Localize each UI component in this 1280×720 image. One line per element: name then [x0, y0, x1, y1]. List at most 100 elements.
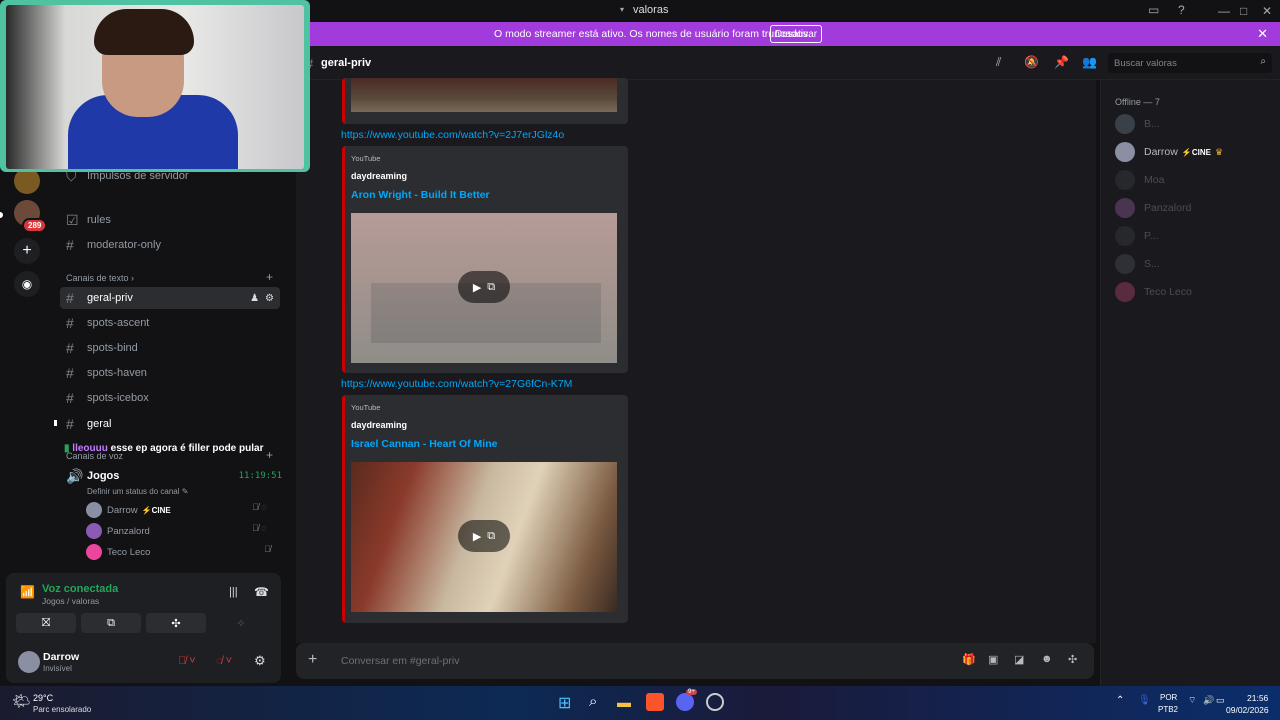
discord-icon[interactable] — [676, 693, 694, 711]
channel-moderator-only[interactable]: # moderator-only — [66, 234, 286, 256]
member-item[interactable]: Panzalord — [1115, 197, 1191, 219]
effects-button[interactable]: ✧ — [211, 613, 271, 633]
member-list-icon[interactable]: 👥 — [1082, 55, 1097, 69]
channel-geral[interactable]: # geral — [66, 413, 286, 435]
channel-spots-bind[interactable]: # spots-bind — [66, 337, 286, 359]
weather-desc[interactable]: Parc ensolarado — [33, 705, 91, 714]
voice-user[interactable]: Teco Leco — [86, 543, 150, 561]
screen-share-icon: ⧉ — [107, 616, 115, 629]
banner-message: O modo streamer está ativo. Os nomes de … — [494, 28, 811, 40]
minimize-button[interactable]: — — [1218, 4, 1230, 18]
battery-icon[interactable]: ▭ — [1216, 695, 1225, 706]
channel-spots-ascent[interactable]: # spots-ascent — [66, 312, 286, 334]
screen-share-button[interactable]: ⧉ — [81, 613, 141, 633]
play-button[interactable]: ▶ ⧉ — [458, 520, 510, 552]
add-attachment-icon[interactable]: + — [308, 651, 317, 669]
weather-temp[interactable]: 29°C — [33, 693, 53, 703]
add-channel-icon[interactable]: + — [266, 270, 273, 284]
sticker-icon[interactable]: ◪ — [1014, 653, 1024, 666]
activities-button[interactable]: ✣ — [146, 613, 206, 633]
disable-streamer-button[interactable]: Desativar — [770, 25, 822, 43]
avatar — [86, 523, 102, 539]
member-item[interactable]: Teco Leco — [1115, 281, 1192, 303]
message-input-bar[interactable]: + Conversar em #geral-priv 🎁 ▣ ◪ ☻ ✣ — [296, 643, 1094, 679]
discover-icon[interactable]: ◉ — [14, 271, 40, 297]
channel-status[interactable]: Definir um status do canal ✎ — [87, 487, 188, 496]
message-input[interactable]: Conversar em #geral-priv — [341, 655, 459, 667]
gif-icon[interactable]: ▣ — [988, 653, 998, 666]
gift-icon[interactable]: 🎁 — [962, 653, 976, 666]
mic-tray-icon[interactable]: 🎙 — [1138, 695, 1151, 706]
search-icon[interactable]: ⌕ — [589, 693, 597, 710]
close-icon[interactable]: ✕ — [1257, 26, 1268, 42]
embed-title[interactable]: Aron Wright - Build It Better — [351, 189, 490, 201]
play-button[interactable]: ▶ ⧉ — [458, 271, 510, 303]
pin-icon[interactable]: 📌 — [1054, 55, 1069, 69]
brave-browser-icon[interactable] — [646, 693, 664, 711]
notifications-muted-icon[interactable]: 🔕 — [1024, 55, 1039, 69]
maximize-button[interactable]: □ — [1240, 4, 1247, 18]
member-item[interactable]: P... — [1115, 225, 1158, 247]
youtube-embed: YouTube daydreaming Israel Cannan - Hear… — [342, 395, 628, 623]
camera-button[interactable]: ⛝ — [16, 613, 76, 633]
avatar — [86, 502, 102, 518]
voice-user[interactable]: Darrow ⚡CINE — [86, 501, 171, 519]
chevron-up-icon[interactable]: ⌃ — [1116, 695, 1124, 706]
user-name[interactable]: Darrow — [43, 651, 79, 663]
chat-overlay-message: ▮ lleouuu esse ep agora é filler pode pu… — [64, 443, 264, 454]
message-link[interactable]: https://www.youtube.com/watch?v=27G6fCn-… — [341, 378, 572, 390]
video-thumbnail[interactable]: ▶ ⧉ — [351, 213, 617, 363]
avatar[interactable] — [18, 651, 40, 673]
member-item[interactable]: Darrow ⚡CINE ♛ — [1115, 141, 1223, 163]
disconnect-icon[interactable]: ☎ — [254, 585, 269, 599]
message-link[interactable]: https://www.youtube.com/watch?v=2J7erJGl… — [341, 129, 564, 141]
embed-title[interactable]: Israel Cannan - Heart Of Mine — [351, 438, 497, 450]
video-thumbnail[interactable] — [351, 78, 617, 112]
network-icon[interactable]: ⌔ — [1188, 695, 1196, 706]
soundboard-icon[interactable]: ||| — [229, 586, 238, 598]
rules-icon: ☑ — [66, 211, 79, 228]
member-item[interactable]: S... — [1115, 253, 1160, 275]
threads-icon[interactable]: ⫽ — [996, 55, 1001, 70]
member-item[interactable]: B... — [1115, 113, 1160, 135]
video-thumbnail[interactable]: ▶ ⧉ — [351, 462, 617, 612]
file-explorer-icon[interactable]: ▬ — [617, 694, 631, 710]
voice-status[interactable]: Voz conectada — [42, 583, 118, 595]
clock-time[interactable]: 21:56 — [1247, 693, 1268, 703]
embed-author[interactable]: daydreaming — [351, 171, 407, 181]
avatar — [1115, 114, 1135, 134]
keyboard-layout[interactable]: PTB2 — [1158, 705, 1178, 714]
voice-user[interactable]: Panzalord — [86, 522, 150, 540]
app-icon[interactable] — [706, 693, 724, 711]
weather-icon[interactable]: 🌤 — [12, 692, 31, 710]
add-voice-channel-icon[interactable]: + — [266, 448, 273, 462]
invite-icon[interactable]: ♟ — [250, 293, 259, 304]
channel-rules[interactable]: ☑ rules — [66, 209, 286, 231]
voice-location[interactable]: Jogos / valoras — [42, 596, 99, 606]
settings-icon[interactable]: ⚙ — [254, 653, 266, 669]
add-server-icon[interactable]: + — [14, 238, 40, 264]
member-item[interactable]: Moa — [1115, 169, 1164, 191]
search-input[interactable]: Buscar valoras ⌕ — [1108, 53, 1272, 73]
voice-channel-jogos[interactable]: 🔊 Jogos 11:19:51 — [66, 465, 286, 487]
close-window-button[interactable]: ✕ — [1262, 4, 1272, 18]
channel-spots-haven[interactable]: # spots-haven — [66, 362, 286, 384]
gear-icon[interactable]: ⚙ — [265, 293, 274, 304]
muted-icon: 🎙̸ ◌ — [252, 523, 267, 533]
mic-muted-icon[interactable]: 🎙̸ ˅ — [178, 655, 196, 667]
channel-geral-priv[interactable]: # geral-priv ♟ ⚙ — [60, 287, 280, 309]
embed-provider: YouTube — [351, 403, 381, 412]
clock-date[interactable]: 09/02/2026 — [1226, 705, 1269, 715]
channel-spots-icebox[interactable]: # spots-icebox — [66, 387, 286, 409]
help-icon[interactable]: ? — [1178, 3, 1185, 17]
headset-muted-icon[interactable]: ◌̸ ˅ — [216, 655, 232, 667]
category-text[interactable]: Canais de texto › — [66, 273, 134, 283]
inbox-icon[interactable]: ▭ — [1148, 3, 1159, 17]
start-icon[interactable]: ⊞ — [558, 693, 571, 713]
embed-author[interactable]: daydreaming — [351, 420, 407, 430]
emoji-icon[interactable]: ☻ — [1041, 653, 1053, 665]
volume-icon[interactable]: 🔊 — [1203, 695, 1214, 706]
language-indicator[interactable]: POR — [1160, 693, 1177, 702]
apps-icon[interactable]: ✣ — [1068, 653, 1077, 666]
open-external-icon: ⧉ — [487, 529, 496, 542]
